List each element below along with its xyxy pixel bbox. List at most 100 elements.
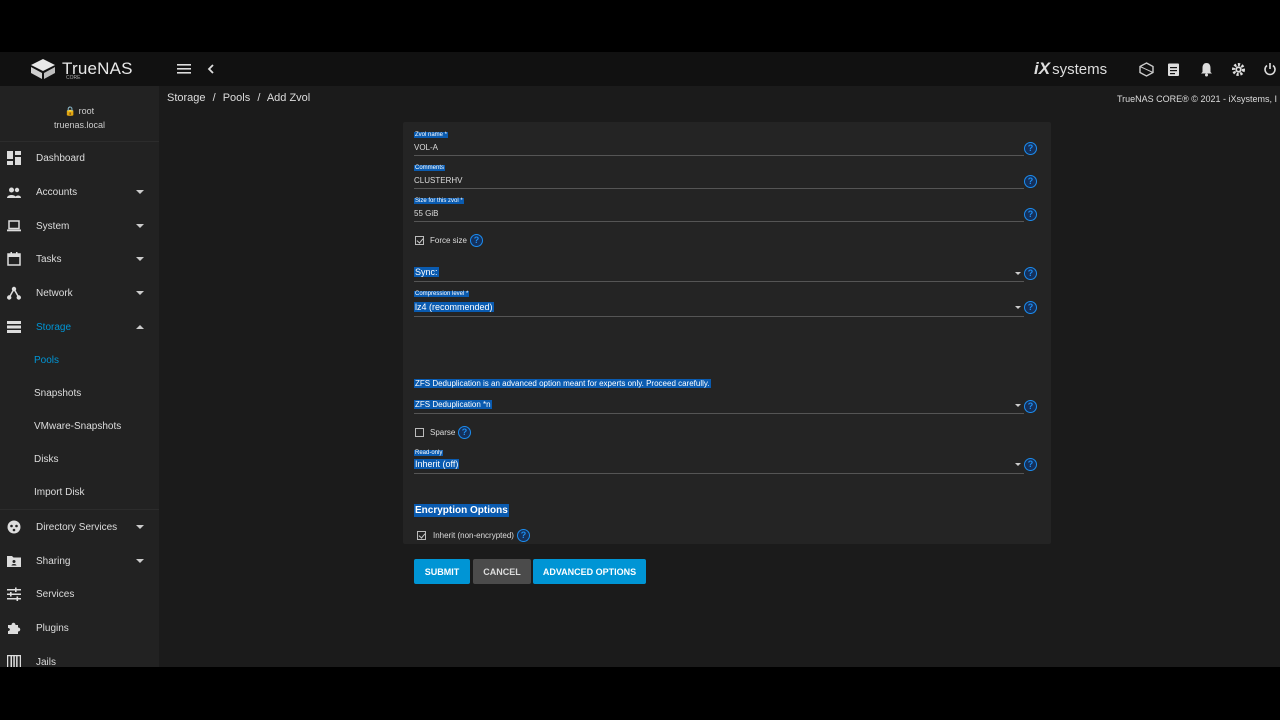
help-icon[interactable]: ? <box>470 234 483 247</box>
field-underline <box>414 221 1024 222</box>
copyright: TrueNAS CORE® © 2021 - iXsystems, I <box>1117 94 1277 104</box>
sidebar-subitem-pools[interactable]: Pools <box>0 345 159 375</box>
power-icon[interactable] <box>1261 60 1279 78</box>
directory-icon <box>7 520 21 534</box>
sidebar-item-services[interactable]: Services <box>0 579 159 609</box>
cancel-button[interactable]: CANCEL <box>473 559 531 584</box>
chevron-down-icon <box>1015 463 1021 466</box>
help-icon[interactable]: ? <box>1024 208 1037 221</box>
help-icon[interactable]: ? <box>1024 175 1037 188</box>
sparse-label: Sparse <box>430 428 456 437</box>
sidebar-item-storage[interactable]: Storage <box>0 312 159 342</box>
help-icon[interactable]: ? <box>458 426 471 439</box>
sidebar-item-directory-services[interactable]: Directory Services <box>0 512 159 542</box>
field-underline <box>414 188 1024 189</box>
task-manager-icon[interactable] <box>1164 60 1182 78</box>
sidebar-item-label: Jails <box>36 656 57 668</box>
ix-mark: iX <box>1034 59 1051 78</box>
chevron-up-icon <box>136 325 144 329</box>
menu-icon[interactable] <box>175 60 193 78</box>
size-field[interactable]: Size for this zvol * 55 GiB ? <box>414 198 1037 224</box>
breadcrumb-pools[interactable]: Pools <box>223 92 251 104</box>
user-name-row: 🔒 root <box>0 104 159 118</box>
sidebar-item-tasks[interactable]: Tasks <box>0 244 159 274</box>
sidebar-item-dashboard[interactable]: Dashboard <box>0 143 159 173</box>
brand-sub: CORE <box>66 75 81 81</box>
chevron-left-icon[interactable] <box>202 60 220 78</box>
breadcrumb: Storage / Pools / Add Zvol <box>167 92 310 104</box>
breadcrumb-storage[interactable]: Storage <box>167 92 206 104</box>
comments-field[interactable]: Comments CLUSTERHV ? <box>414 165 1037 191</box>
top-bar: TrueNAS CORE iX systems <box>0 52 1280 86</box>
help-icon[interactable]: ? <box>1024 142 1037 155</box>
breadcrumb-add-zvol: Add Zvol <box>266 92 311 104</box>
readonly-label: Read-only <box>414 450 444 456</box>
sidebar-item-jails[interactable]: Jails <box>0 647 159 667</box>
readonly-value: Inherit (off) <box>414 459 460 469</box>
chevron-down-icon <box>136 559 144 563</box>
truenas-logo-icon <box>31 59 55 79</box>
chevron-down-icon <box>136 224 144 228</box>
sidebar-divider <box>0 509 159 510</box>
sidebar-item-sharing[interactable]: Sharing <box>0 546 159 576</box>
readonly-select[interactable]: Read-only Inherit (off) ? <box>414 450 1037 478</box>
chevron-down-icon <box>1015 272 1021 275</box>
sidebar-subitem-import-disk[interactable]: Import Disk <box>0 477 159 507</box>
bell-icon[interactable] <box>1197 60 1215 78</box>
size-label: Size for this zvol * <box>414 198 464 204</box>
sidebar-divider <box>0 141 159 142</box>
accounts-icon <box>7 187 21 198</box>
chevron-down-icon <box>136 257 144 261</box>
sidebar-item-label: Directory Services <box>36 521 118 533</box>
help-icon[interactable]: ? <box>1024 301 1037 314</box>
inherit-encryption-checkbox[interactable] <box>417 531 426 540</box>
puzzle-icon <box>8 622 21 634</box>
sidebar-item-accounts[interactable]: Accounts <box>0 177 159 207</box>
force-size-checkbox[interactable] <box>415 236 424 245</box>
calendar-icon <box>7 252 21 266</box>
help-icon[interactable]: ? <box>1024 267 1037 280</box>
gear-icon[interactable] <box>1229 60 1247 78</box>
compression-select[interactable]: Compression level * lz4 (recommended) ? <box>414 291 1037 321</box>
sidebar-item-plugins[interactable]: Plugins <box>0 613 159 643</box>
dedup-select[interactable]: ZFS Deduplication *n ? <box>414 398 1037 418</box>
help-icon[interactable]: ? <box>517 529 530 542</box>
submit-button[interactable]: SUBMIT <box>414 559 470 584</box>
sparse-checkbox[interactable] <box>415 428 424 437</box>
sidebar-item-system[interactable]: System <box>0 211 159 241</box>
jail-icon <box>7 655 21 667</box>
help-icon[interactable]: ? <box>1024 458 1037 471</box>
sidebar-item-network[interactable]: Network <box>0 278 159 308</box>
truenas-logo[interactable]: TrueNAS CORE <box>30 58 133 81</box>
sidebar-subitem-snapshots[interactable]: Snapshots <box>0 378 159 408</box>
field-underline <box>414 473 1024 474</box>
vendor-name: systems <box>1052 60 1108 78</box>
sync-select[interactable]: Sync: ? <box>414 265 1037 285</box>
zvol-name-field[interactable]: Zvol name * VOL-A ? <box>414 132 1037 158</box>
user-name: root <box>78 106 95 116</box>
advanced-options-button[interactable]: ADVANCED OPTIONS <box>533 559 646 584</box>
breadcrumb-separator: / <box>257 92 261 104</box>
field-underline <box>414 155 1024 156</box>
comments-input[interactable]: CLUSTERHV <box>414 176 462 185</box>
zvol-name-label: Zvol name * <box>414 132 449 138</box>
sidebar-subitem-disks[interactable]: Disks <box>0 444 159 474</box>
chevron-down-icon <box>1015 306 1021 309</box>
sidebar-item-label: Services <box>36 588 75 600</box>
ixsystems-logo[interactable]: iX systems <box>1034 59 1107 79</box>
chevron-down-icon <box>136 190 144 194</box>
comments-label: Comments <box>414 165 446 171</box>
sidebar-item-label: Plugins <box>36 622 69 634</box>
size-input[interactable]: 55 GiB <box>414 209 438 218</box>
help-icon[interactable]: ? <box>1024 400 1037 413</box>
laptop-icon <box>7 220 21 232</box>
field-underline <box>414 413 1024 414</box>
tune-icon <box>7 587 21 601</box>
sidebar-subitem-vmware-snapshots[interactable]: VMware-Snapshots <box>0 411 159 441</box>
zvol-name-input[interactable]: VOL-A <box>414 143 438 152</box>
field-underline <box>414 281 1024 282</box>
truecommand-icon[interactable] <box>1137 60 1155 78</box>
host-name: truenas.local <box>53 120 106 130</box>
encryption-options-title: Encryption Options <box>414 504 509 517</box>
sync-value: Sync: <box>414 267 439 277</box>
